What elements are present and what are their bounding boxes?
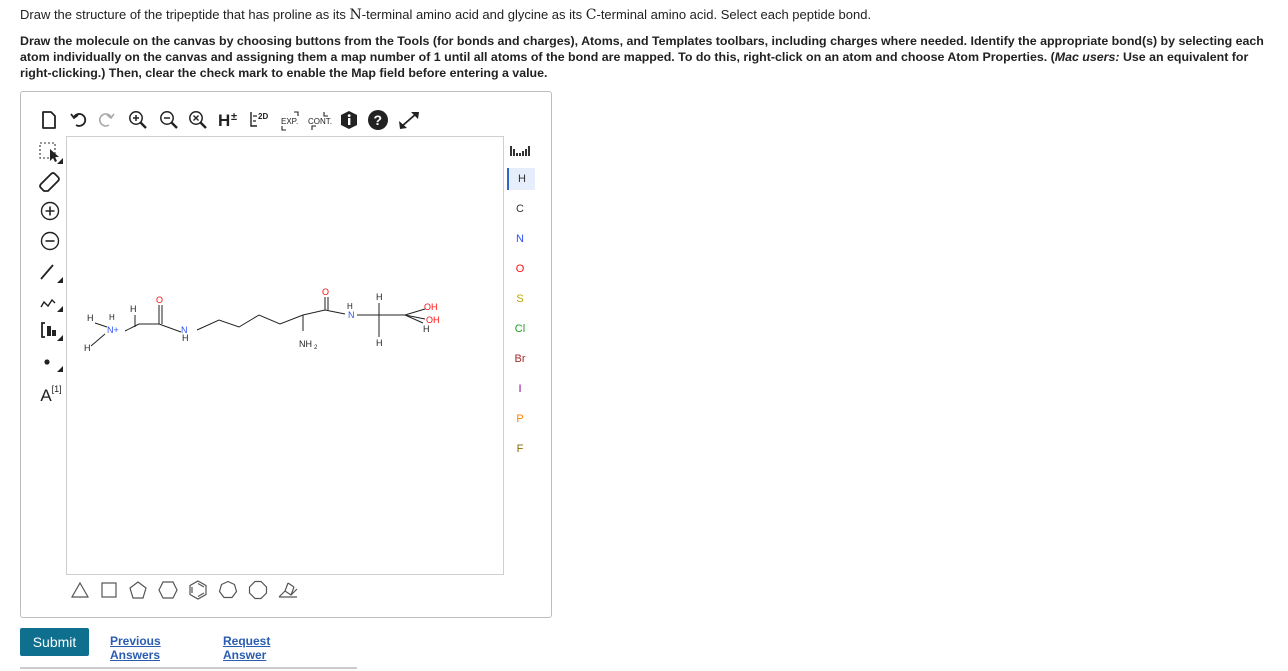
redo-icon[interactable] [96,110,116,130]
zoom-in-icon[interactable] [127,109,149,131]
cyclopropane-template-icon[interactable] [69,579,91,601]
benzene-template-icon[interactable] [187,579,209,601]
atom-button-p[interactable]: P [507,408,533,430]
atom-label-nh2-subscript: 2 [314,345,318,351]
single-bond-icon[interactable] [38,260,64,284]
atom-label-nh2: NH [299,339,312,349]
atom-button-n[interactable]: N [507,228,533,250]
mac-users-note: Mac users: [1054,50,1120,64]
atom-label-oh: OH [426,315,440,325]
atom-button-o[interactable]: O [507,258,533,280]
clean-2d-icon[interactable]: 2D [249,109,271,131]
fullscreen-icon[interactable] [397,109,421,131]
atom-label-n-plus: N+ [107,325,119,335]
toggle-hydrogens-icon[interactable]: H ± [217,109,241,131]
zoom-reset-icon[interactable] [187,109,209,131]
question-part: -terminal amino acid. Select each peptid… [596,7,872,22]
eraser-icon[interactable] [38,170,62,192]
info-icon[interactable] [339,110,359,130]
instructions: Draw the molecule on the canvas by choos… [20,33,1275,81]
atom-label-h: H [376,292,383,302]
clean-2d-label: 2D [258,112,268,121]
radical-tool-icon[interactable] [38,349,64,373]
atom-button-h[interactable]: H [507,168,535,190]
submit-button[interactable]: Submit [20,628,89,656]
cyclooctane-template-icon[interactable] [247,579,269,601]
atom-button-c[interactable]: C [507,198,533,220]
atom-label-h: H [109,313,115,322]
molecule-drawing: H H H H H H H H H NH 2 N+ N N O O OH OH [84,287,440,353]
atom-label-o: O [156,295,163,305]
cyclobutane-template-icon[interactable] [98,579,120,601]
svg-text:?: ? [374,112,383,128]
svg-text:±: ± [231,111,237,123]
question-part: -terminal amino acid and glycine as its [361,7,586,22]
svg-text:H: H [218,111,230,130]
atom-map-label: A [40,386,52,405]
structure-editor: H ± 2D EXP. CONT. ? A [1] H H H H H H H … [20,91,552,618]
expand-label: EXP. [281,117,298,126]
cyclopentane-template-icon[interactable] [127,579,149,601]
atom-label-oh: OH [424,302,438,312]
atom-label-h: H [84,343,91,353]
positive-charge-icon[interactable] [39,200,61,222]
atom-label-n: N [181,325,188,335]
cyclohexane-template-icon[interactable] [157,579,179,601]
cycloheptane-template-icon[interactable] [217,579,239,601]
question-text: Draw the structure of the tripeptide tha… [20,7,871,23]
atom-label-h: H [376,338,383,348]
atom-label-h: H [423,324,430,334]
atom-label-o: O [322,287,329,297]
bracket-tool-icon[interactable] [38,318,64,342]
question-part: Draw the structure of the tripeptide tha… [20,7,350,22]
atom-button-i[interactable]: I [507,378,533,400]
contract-label: CONT. [308,117,332,126]
atom-label-n: N [348,310,355,320]
request-answer-link[interactable]: Request Answer [223,634,270,662]
atom-map-superscript: [1] [51,384,62,394]
atom-button-f[interactable]: F [507,438,533,460]
c-terminal-letter: C [585,7,597,23]
select-tool-icon[interactable] [38,141,64,165]
chain-tool-icon[interactable] [38,289,64,313]
negative-charge-icon[interactable] [39,230,61,252]
help-icon[interactable]: ? [367,109,389,131]
atom-button-s[interactable]: S [507,288,533,310]
atom-map-tool[interactable]: A [1] [37,379,65,405]
atom-button-cl[interactable]: Cl [507,318,533,340]
chair-template-icon[interactable] [276,578,300,602]
contract-icon[interactable]: CONT. [306,109,334,133]
atom-button-br[interactable]: Br [507,348,533,370]
previous-answers-link[interactable]: Previous Answers [110,634,161,662]
zoom-out-icon[interactable] [158,109,180,131]
periodic-table-icon[interactable] [507,141,533,161]
atom-label-h: H [130,304,137,314]
atom-label-h: H [87,313,94,323]
expand-icon[interactable]: EXP. [278,109,302,133]
drawing-canvas[interactable]: H H H H H H H H H NH 2 N+ N N O O OH OH [66,136,504,575]
undo-icon[interactable] [69,110,89,130]
clear-canvas-icon[interactable] [40,110,58,130]
n-terminal-letter: N [349,7,362,23]
divider [20,667,357,669]
